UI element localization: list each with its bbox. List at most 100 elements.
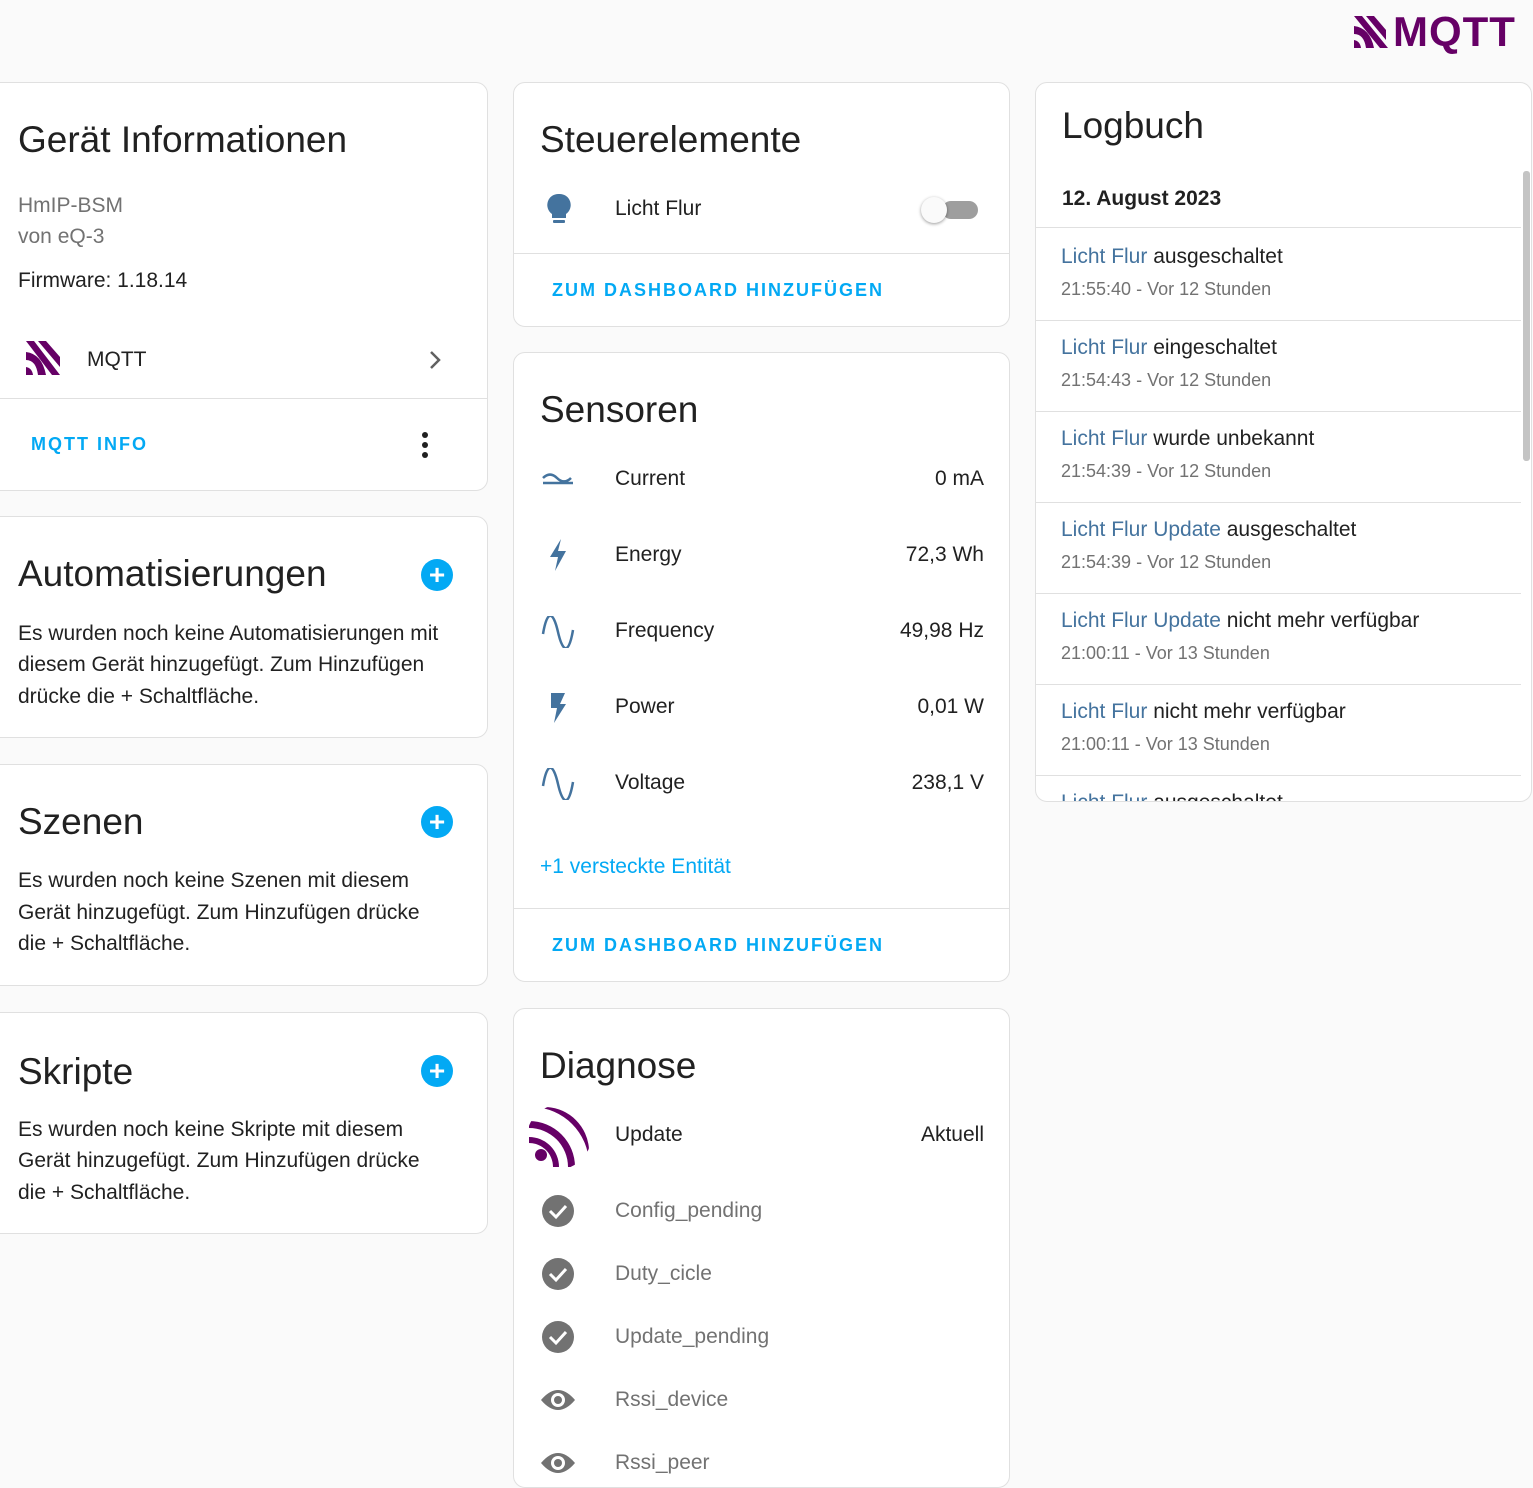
logbook-header-divider [1036, 227, 1521, 228]
eye-icon [539, 1448, 577, 1478]
add-script-button[interactable]: + [421, 1055, 453, 1087]
check-circle-icon [541, 1320, 575, 1354]
sensor-value: 0 mA [934, 467, 984, 490]
sensor-row[interactable]: Power 0,01 W [514, 681, 1009, 733]
controls-title: Steuerelemente [540, 119, 802, 160]
log-time: 21:00:11 - Vor 13 Stunden [1061, 643, 1270, 663]
log-message: nicht mehr verfügbar [1220, 609, 1420, 632]
chevron-right-icon [425, 346, 445, 374]
sensor-name: Current [615, 467, 686, 490]
log-time: 21:54:39 - Vor 12 Stunden [1061, 552, 1272, 572]
mqtt-logo: MQTT [1352, 8, 1516, 55]
sensors-add-to-dashboard-button[interactable]: ZUM DASHBOARD HINZUFÜGEN [552, 935, 884, 956]
scenes-empty-line-1: Es wurden noch keine Szenen mit diesem [18, 869, 410, 892]
controls-divider [514, 253, 1009, 254]
log-entity-link[interactable]: Licht Flur Update [1061, 609, 1221, 632]
check-circle-icon [541, 1194, 575, 1228]
mqtt-info-button[interactable]: MQTT INFO [31, 434, 148, 455]
log-entry: Licht Flur Update nicht mehr verfügbar 2… [1036, 593, 1521, 685]
plus-icon: + [428, 559, 446, 590]
scenes-empty-line-2: Gerät hinzugefügt. Zum Hinzufügen drücke [18, 901, 420, 924]
sine-wave-icon [540, 615, 576, 649]
log-message: nicht mehr verfügbar [1147, 700, 1346, 723]
diagnostic-row[interactable]: Rssi_peer [514, 1439, 1009, 1487]
eye-icon [539, 1385, 577, 1415]
log-message: ausgeschaltet [1147, 791, 1283, 801]
sensors-card: Sensoren Current 0 mA Energy 72,3 Wh Fre… [513, 352, 1010, 982]
automations-empty-line-3: drücke die + Schaltfläche. [18, 685, 260, 708]
sine-wave-icon [540, 767, 576, 801]
plus-icon: + [428, 1055, 446, 1086]
control-name: Licht Flur [615, 197, 702, 220]
sensor-name: Power [615, 695, 675, 718]
diagnostic-row[interactable]: Rssi_device [514, 1376, 1009, 1424]
diagnostic-name: Update_pending [615, 1325, 770, 1348]
sensor-row[interactable]: Current 0 mA [514, 453, 1009, 505]
integration-row[interactable]: MQTT [0, 328, 487, 390]
log-message: eingeschaltet [1147, 336, 1277, 359]
diagnostic-update-row[interactable]: Update Aktuell [514, 1105, 1009, 1169]
current-ac-icon [540, 465, 576, 495]
sensor-row[interactable]: Voltage 238,1 V [514, 757, 1009, 809]
log-entity-link[interactable]: Licht Flur [1061, 700, 1147, 723]
scripts-title: Skripte [18, 1051, 134, 1092]
toggle-thumb [921, 197, 947, 223]
add-scene-button[interactable]: + [421, 806, 453, 838]
log-message: ausgeschaltet [1220, 518, 1357, 541]
log-time: 21:55:40 - Vor 12 Stunden [1061, 279, 1272, 299]
log-entry: Licht Flur nicht mehr verfügbar 21:00:11… [1036, 684, 1521, 776]
log-time: 21:54:43 - Vor 12 Stunden [1061, 370, 1272, 390]
update-value: Aktuell [920, 1123, 984, 1146]
log-entry: Licht Flur Update ausgeschaltet 21:54:39… [1036, 502, 1521, 594]
log-time: 21:00:11 - Vor 13 Stunden [1061, 734, 1270, 754]
diagnostic-row[interactable]: Duty_cicle [514, 1250, 1009, 1298]
log-entry: Licht Flur wurde unbekannt 21:54:39 - Vo… [1036, 411, 1521, 503]
diagnostic-row[interactable]: Update_pending [514, 1313, 1009, 1361]
logbook-scrollbar[interactable] [1523, 171, 1530, 461]
mqtt-logo-icon [1354, 16, 1388, 48]
sensor-name: Energy [615, 543, 682, 566]
scripts-empty-line-3: die + Schaltfläche. [18, 1181, 191, 1204]
mqtt-logo-text: MQTT [1393, 8, 1516, 55]
update-name: Update [615, 1123, 683, 1146]
log-entity-link[interactable]: Licht Flur [1061, 791, 1147, 801]
sensor-name: Voltage [615, 771, 686, 794]
log-entry: Licht Flur eingeschaltet 21:54:43 - Vor … [1036, 320, 1521, 412]
diagnostic-name: Duty_cicle [615, 1262, 712, 1285]
scenes-empty-line-3: die + Schaltfläche. [18, 932, 191, 955]
add-automation-button[interactable]: + [421, 559, 453, 591]
diagnostics-card: Diagnose Update Aktuell Config_pending D… [513, 1008, 1010, 1488]
log-time: 21:54:39 - Vor 12 Stunden [1061, 461, 1272, 481]
log-entity-link[interactable]: Licht Flur [1061, 427, 1147, 450]
sensor-row[interactable]: Energy 72,3 Wh [514, 529, 1009, 581]
check-circle-icon [541, 1257, 575, 1291]
automations-title: Automatisierungen [18, 553, 327, 594]
lightbulb-icon [542, 193, 576, 227]
device-info-divider [0, 398, 487, 399]
scripts-empty-line-1: Es wurden noch keine Skripte mit diesem [18, 1118, 404, 1141]
log-entity-link[interactable]: Licht Flur [1061, 245, 1147, 268]
integration-name: MQTT [87, 348, 147, 371]
light-toggle[interactable] [918, 193, 978, 225]
more-vert-icon[interactable] [413, 428, 437, 462]
log-message: ausgeschaltet [1147, 245, 1283, 268]
device-info-title: Gerät Informationen [18, 119, 348, 160]
device-manufacturer: von eQ-3 [18, 225, 105, 248]
scenes-title: Szenen [18, 801, 144, 842]
log-message: wurde unbekannt [1147, 427, 1315, 450]
sensor-value: 72,3 Wh [905, 543, 984, 566]
control-row[interactable]: Licht Flur [514, 183, 1009, 235]
log-entity-link[interactable]: Licht Flur Update [1061, 518, 1221, 541]
scripts-empty-line-2: Gerät hinzugefügt. Zum Hinzufügen drücke [18, 1149, 420, 1172]
lightning-bolt-icon [544, 538, 572, 572]
controls-add-to-dashboard-button[interactable]: ZUM DASHBOARD HINZUFÜGEN [552, 280, 884, 301]
diagnostic-row[interactable]: Config_pending [514, 1187, 1009, 1235]
automations-card: Automatisierungen + Es wurden noch keine… [0, 516, 488, 738]
logbook-date-header: 12. August 2023 [1062, 187, 1222, 210]
logbook-card: Logbuch 12. August 2023 Licht Flur ausge… [1035, 82, 1532, 802]
hidden-entities-link[interactable]: +1 versteckte Entität [540, 855, 731, 879]
log-entry: Licht Flur ausgeschaltet 21:55:40 - Vor … [1036, 229, 1521, 321]
device-firmware: Firmware: 1.18.14 [18, 269, 188, 292]
log-entity-link[interactable]: Licht Flur [1061, 336, 1147, 359]
sensor-row[interactable]: Frequency 49,98 Hz [514, 605, 1009, 657]
